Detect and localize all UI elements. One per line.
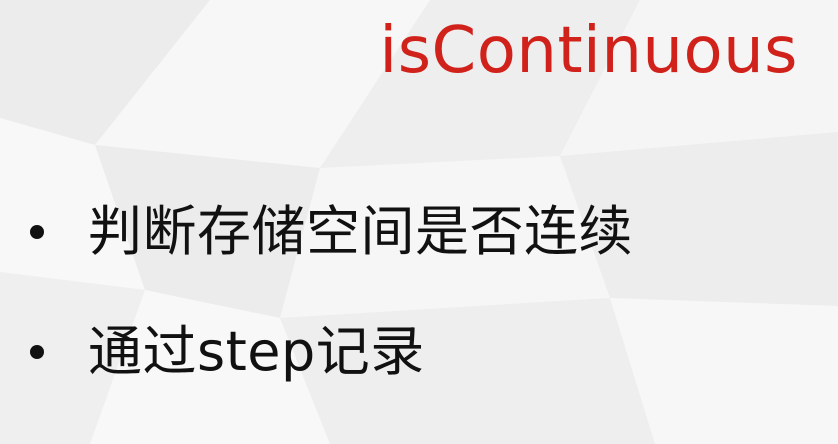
bullet-icon [30, 345, 44, 359]
bullet-item: 通过step记录 [30, 312, 633, 392]
bullet-list: 判断存储空间是否连续 通过step记录 [30, 192, 633, 432]
bullet-icon [30, 225, 44, 239]
bullet-item: 判断存储空间是否连续 [30, 192, 633, 272]
bullet-text: 通过step记录 [88, 320, 425, 383]
slide-title: isContinuous [379, 14, 798, 88]
bullet-text: 判断存储空间是否连续 [88, 200, 633, 263]
presentation-slide: isContinuous 判断存储空间是否连续 通过step记录 [0, 0, 838, 444]
